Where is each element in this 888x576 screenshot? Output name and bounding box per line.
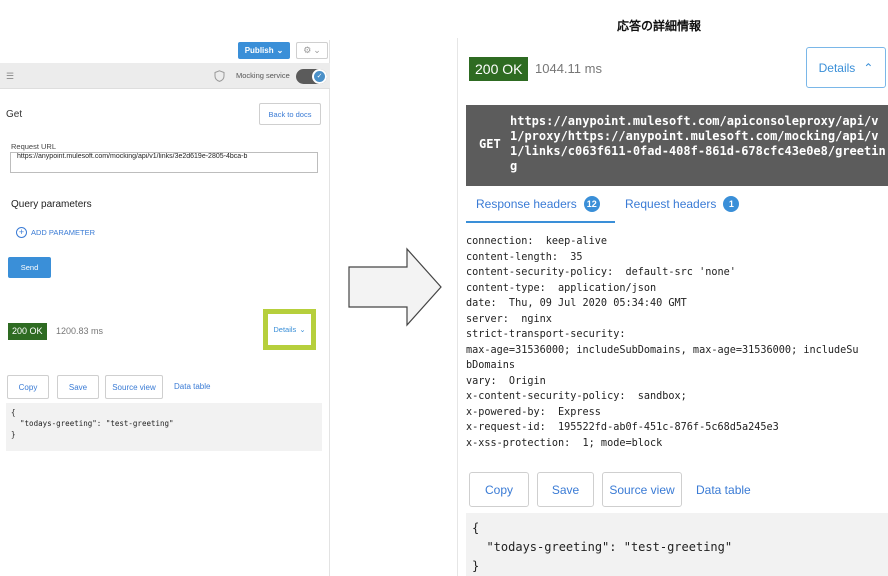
response-time: 1044.11 ms [535,61,602,76]
header-line: content-length: 35 [466,251,583,263]
method-label: Get [6,109,23,120]
tab-label: Request headers [625,197,717,211]
api-console-small: Publish ⌄ ⚙ ⌄ ☰ Mocking service ✓ Get Ba… [0,40,330,576]
header-line: content-type: application/json [466,282,657,294]
header-line: strict-transport-security: [466,329,626,340]
shield-icon [214,70,225,82]
header-line: vary: Origin [466,375,546,387]
copy-button[interactable]: Copy [7,375,49,399]
request-url-label: Request URL [11,142,57,151]
header-line: x-content-security-policy: sandbox; [466,391,687,402]
response-body: { "todays-greeting": "test-greeting" } [6,403,322,451]
back-to-docs-button[interactable]: Back to docs [259,103,321,125]
status-badge: 200 OK [469,57,529,81]
header-line: x-request-id: 195522fd-ab0f-451c-876f-5c… [466,422,779,433]
caption-title: 応答の詳細情報 [617,19,702,33]
chevron-down-icon: ⌄ [313,45,321,55]
top-toolbar: Publish ⌄ ⚙ ⌄ [0,40,330,62]
chevron-up-icon: ⌃ [863,60,874,75]
active-tab-indicator [466,221,615,223]
header-line: max-age=31536000; includeSubDomains, max… [466,344,859,356]
tab-response-headers[interactable]: Response headers 12 [476,196,600,212]
response-time: 1200.83 ms [56,326,104,336]
data-table-link[interactable]: Data table [696,483,751,497]
header-line: content-security-policy: default-src 'no… [466,267,736,278]
mocking-bar: ☰ Mocking service ✓ [0,63,330,89]
header-line: x-xss-protection: 1; mode=block [466,437,663,449]
copy-button[interactable]: Copy [469,472,529,507]
tab-label: Response headers [476,197,577,211]
check-icon: ✓ [312,69,327,84]
chevron-down-icon: ⌄ [276,46,284,55]
menu-icon[interactable]: ☰ [6,71,16,81]
count-badge: 1 [723,196,740,212]
publish-label: Publish [244,46,274,55]
source-view-button[interactable]: Source view [602,472,682,507]
details-label: Details [273,325,297,334]
header-line: connection: keep-alive [466,236,608,247]
response-details-panel: 200 OK 1044.11 ms Details ⌃ GET https://… [457,38,888,576]
details-button-highlighted[interactable]: Details ⌄ [263,309,316,350]
header-line: server: nginx [466,313,552,325]
tab-request-headers[interactable]: Request headers 1 [625,196,740,212]
chevron-down-icon: ⌄ [299,325,306,334]
add-parameter-button[interactable]: + ADD PARAMETER [16,227,95,238]
count-badge: 12 [583,196,600,212]
request-url: https://anypoint.mulesoft.com/apiconsole… [510,114,886,173]
mocking-service-toggle[interactable]: ✓ [296,69,327,84]
mocking-service-label: Mocking service [236,71,290,80]
publish-button[interactable]: Publish ⌄ [238,42,290,59]
response-headers-list: connection: keep-alive content-length: 3… [466,234,888,451]
add-parameter-label: ADD PARAMETER [31,228,96,237]
gear-icon: ⚙ [303,45,312,55]
save-button[interactable]: Save [537,472,594,507]
request-url-bar: GET https://anypoint.mulesoft.com/apicon… [466,105,888,186]
status-badge: 200 OK [8,323,47,340]
source-view-button[interactable]: Source view [105,375,163,399]
settings-button[interactable]: ⚙ ⌄ [296,42,328,59]
right-arrow-icon [348,247,442,327]
header-line: date: Thu, 09 Jul 2020 05:34:40 GMT [466,298,687,309]
query-parameters-label: Query parameters [11,199,92,210]
header-line: bDomains [466,360,516,371]
send-button[interactable]: Send [8,257,51,278]
data-table-link[interactable]: Data table [174,382,210,391]
request-url-input[interactable]: https://anypoint.mulesoft.com/mocking/ap… [10,152,318,173]
save-button[interactable]: Save [57,375,99,399]
response-body: { "todays-greeting": "test-greeting" } [466,513,888,576]
header-line: x-powered-by: Express [466,406,601,418]
details-button[interactable]: Details ⌃ [806,47,886,88]
request-method: GET [479,137,501,151]
details-label: Details [818,60,856,75]
plus-circle-icon: + [16,227,27,238]
